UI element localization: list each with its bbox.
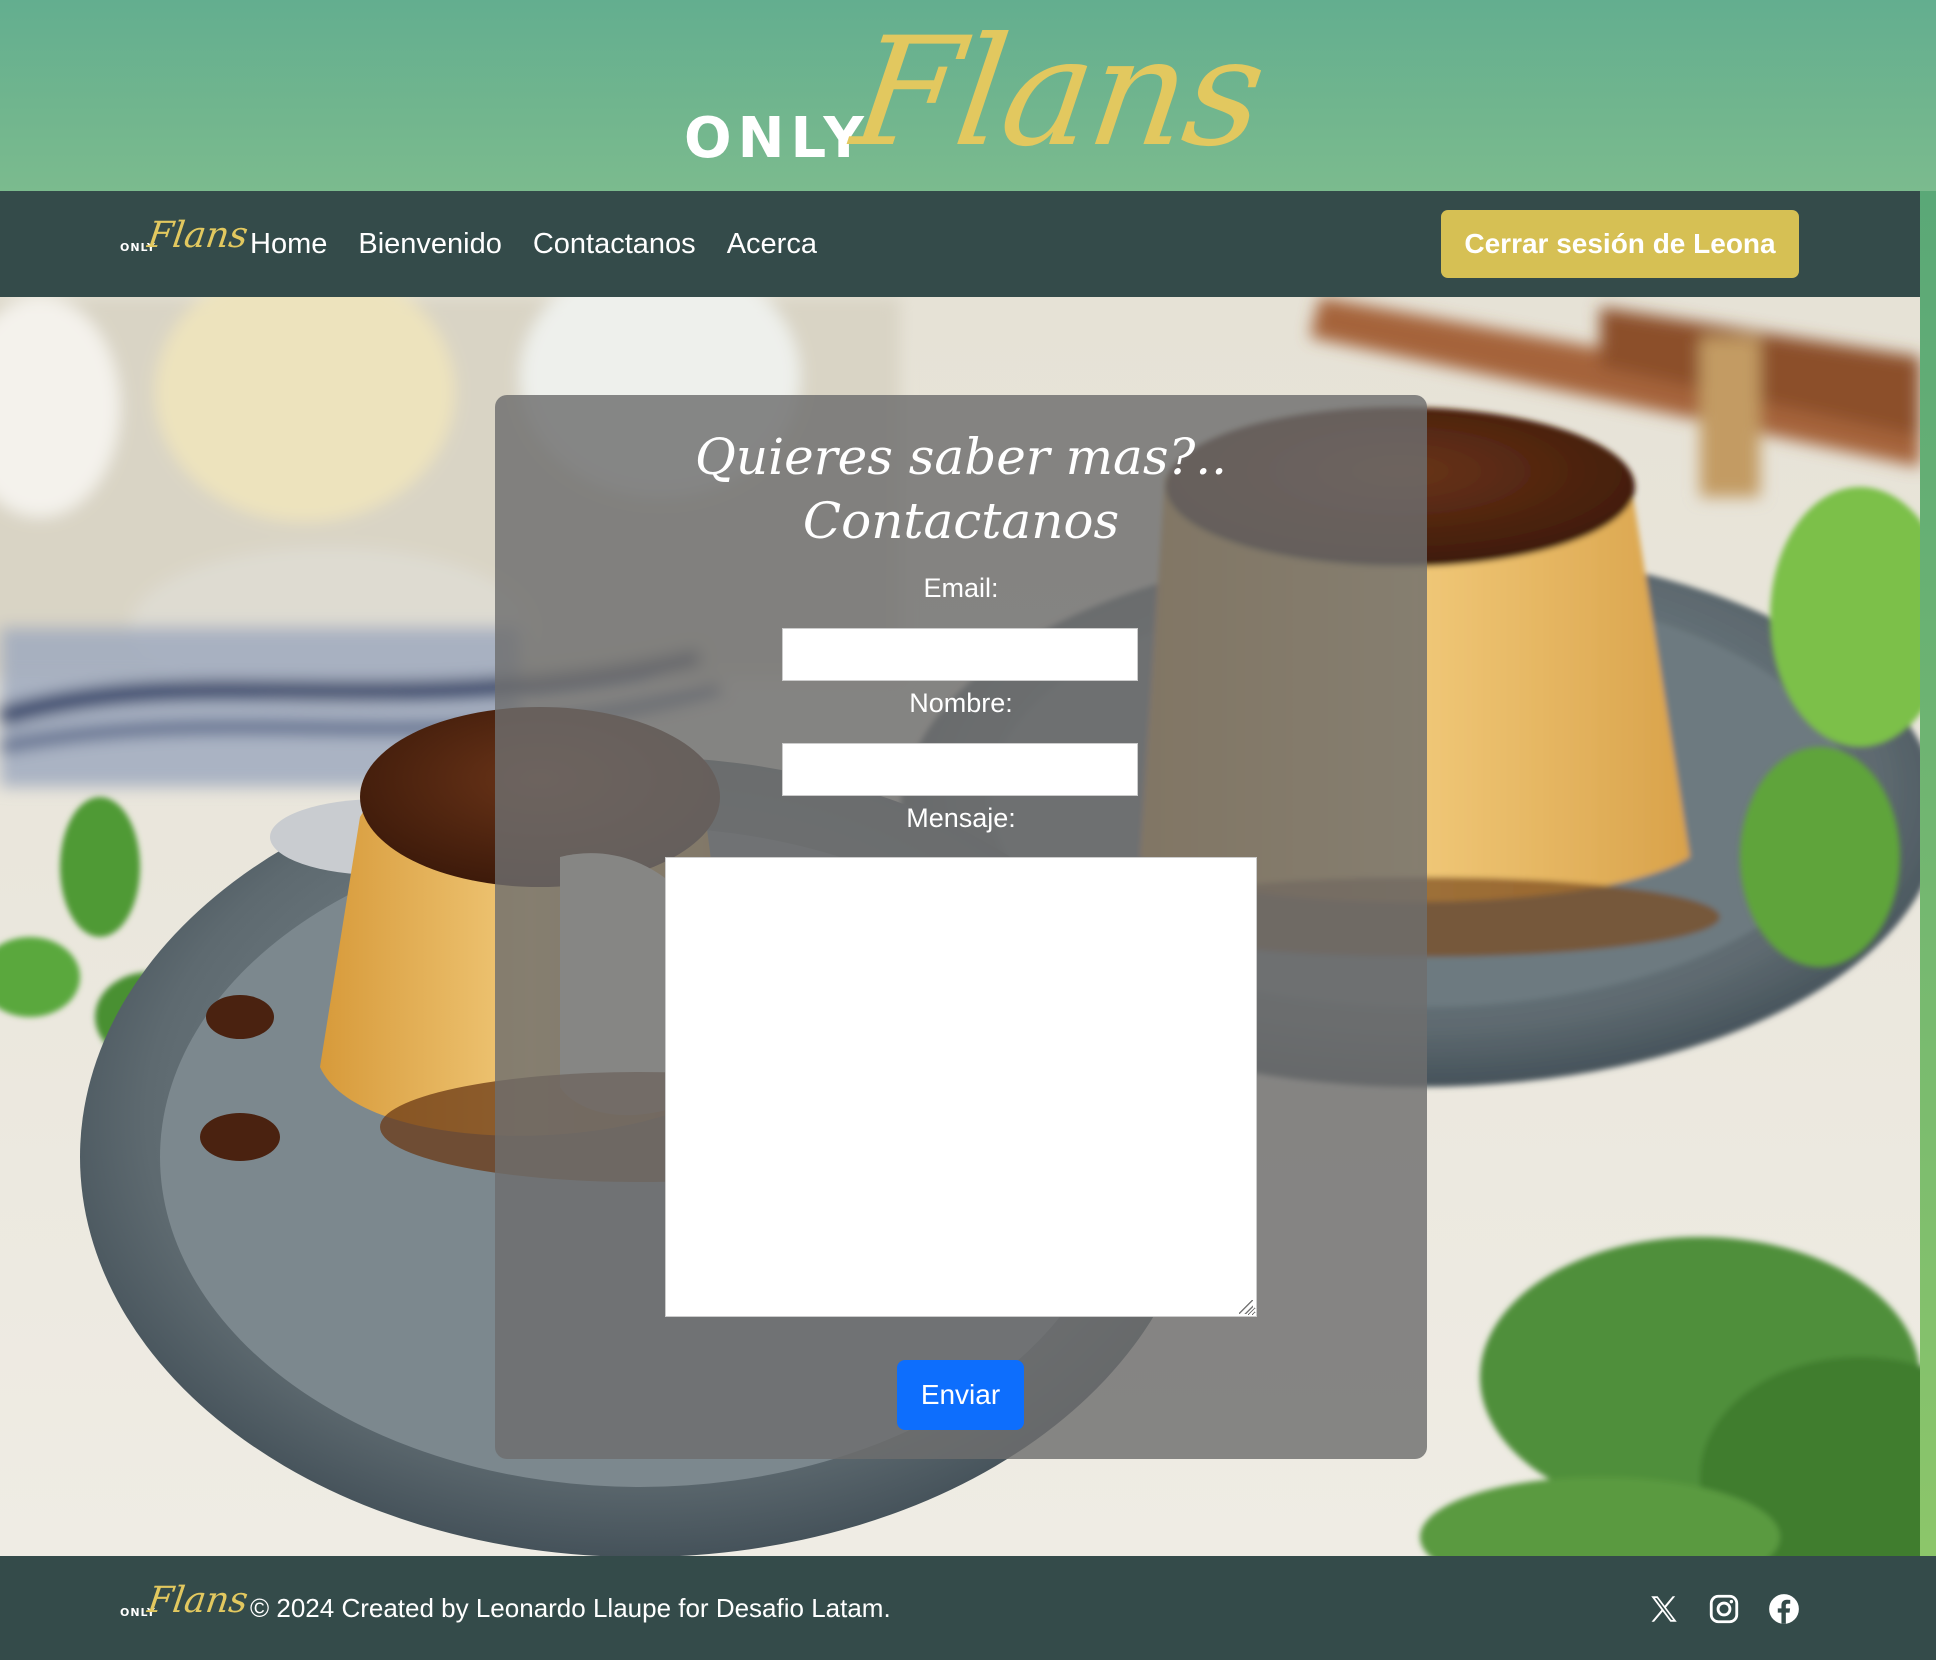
nav-brand-logo[interactable]: ONLY Flans [120, 215, 251, 261]
contact-card: Quieres saber mas?.. Contactanos Email: … [495, 395, 1427, 1459]
nav-links: Home Bienvenido Contactanos Acerca [250, 191, 817, 297]
name-label: Nombre: [909, 688, 1013, 718]
footer-brand-flans: Flans [145, 1580, 251, 1621]
footer-brand-logo: ONLY Flans [120, 1580, 251, 1626]
nav-link-acerca[interactable]: Acerca [727, 228, 817, 261]
email-field[interactable] [782, 628, 1138, 681]
instagram-icon[interactable] [1707, 1592, 1741, 1626]
footer-copyright: © 2024 Created by Leonardo Llaupe for De… [250, 1592, 891, 1623]
brand-logo-large: ONLY Flans [680, 6, 1273, 180]
nav-link-bienvenido[interactable]: Bienvenido [358, 228, 502, 261]
x-icon[interactable] [1647, 1592, 1681, 1626]
message-textarea[interactable] [665, 857, 1257, 1317]
textarea-resize-handle[interactable] [1239, 1300, 1253, 1314]
brand-flans-text: Flans [843, 6, 1274, 180]
submit-button[interactable]: Enviar [897, 1360, 1024, 1430]
name-field[interactable] [782, 743, 1138, 796]
nav-link-contactanos[interactable]: Contactanos [533, 228, 696, 261]
page-edge-strip [1920, 191, 1936, 1556]
facebook-icon[interactable] [1767, 1592, 1801, 1626]
top-banner: ONLY Flans [0, 0, 1936, 191]
brand-only-text: ONLY [684, 106, 870, 171]
email-label: Email: [923, 573, 999, 603]
nav-link-home[interactable]: Home [250, 228, 327, 261]
message-label: Mensaje: [906, 803, 1016, 833]
nav-brand-flans: Flans [145, 215, 251, 256]
contact-title-line1: Quieres saber mas?.. [694, 428, 1228, 486]
contact-title-line2: Contactanos [802, 492, 1120, 550]
footer: ONLY Flans © 2024 Created by Leonardo Ll… [0, 1556, 1936, 1660]
logout-button[interactable]: Cerrar sesión de Leona [1441, 210, 1799, 278]
contact-title: Quieres saber mas?.. Contactanos [495, 425, 1427, 553]
